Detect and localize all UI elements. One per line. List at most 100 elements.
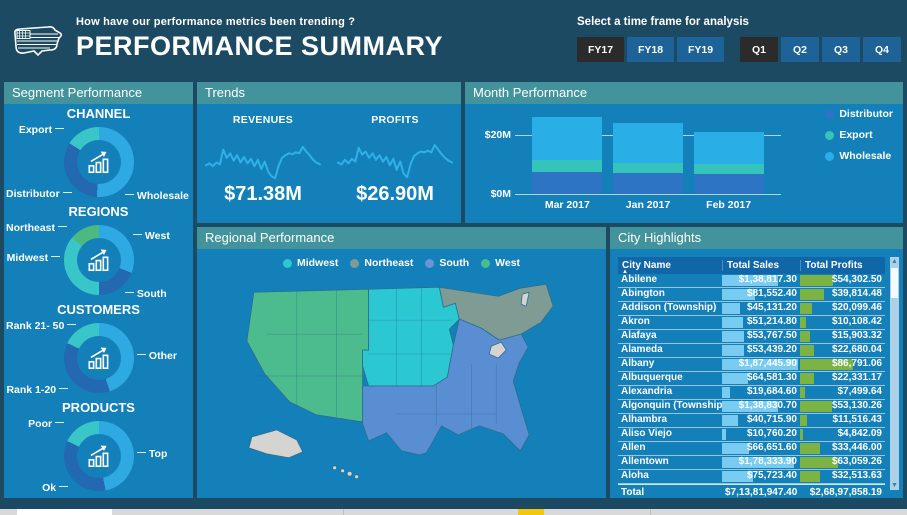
table-row[interactable]: Allentown$1,78,333.90$63,059.26 (618, 456, 885, 470)
profits-kpi[interactable]: PROFITS $26.90M (329, 114, 461, 206)
total-profits-cell: $4,842.09 (800, 428, 885, 441)
segment-section-regions: REGIONSNortheast Midwest West South (4, 204, 193, 300)
city-name-cell: Albuquerque (618, 372, 722, 385)
city-name-cell: Alhambra (618, 414, 722, 427)
stacked-bar-mar-2017[interactable]: Mar 2017 (532, 114, 602, 194)
button-q1[interactable]: Q1 (740, 37, 778, 62)
segment-section-channel: CHANNELExport Distributor Wholesale (4, 106, 193, 202)
table-row[interactable]: Alhambra$40,715.90$11,516.43 (618, 414, 885, 428)
donut-label: Wholesale (125, 190, 189, 202)
total-profits-cell: $63,059.26 (800, 456, 885, 469)
total-profits-cell: $22,331.17 (800, 372, 885, 385)
column-total-profits[interactable]: Total Profits (800, 260, 885, 271)
total-profits-cell: $86,791.06 (800, 358, 885, 371)
table-row[interactable]: Abington$81,552.40$39,814.48 (618, 288, 885, 302)
total-profits-cell: $32,513.63 (800, 470, 885, 483)
active-page-tab[interactable] (17, 509, 112, 515)
map-legend-item-midwest[interactable]: Midwest (283, 257, 338, 269)
legend-item-wholesale[interactable]: Wholesale (825, 150, 893, 162)
total-sales-cell: $45,131.20 (722, 302, 800, 315)
profit-data-bar (800, 401, 832, 412)
legend-dot (283, 259, 292, 268)
bar-segment-distributor[interactable] (613, 173, 683, 194)
bar-segment-distributor[interactable] (532, 172, 602, 195)
city-name-cell: Alameda (618, 344, 722, 357)
table-row[interactable]: Akron$51,214.80$10,108.42 (618, 316, 885, 330)
bar-segment-export[interactable] (613, 163, 683, 173)
bar-segment-export[interactable] (532, 160, 602, 172)
city-name-cell: Algonquin (Township) (618, 400, 722, 413)
sales-data-bar (722, 415, 738, 426)
bar-segment-export[interactable] (694, 164, 764, 174)
button-q4[interactable]: Q4 (863, 37, 901, 62)
table-row[interactable]: Algonquin (Township)$1,38,830.70$53,130.… (618, 400, 885, 414)
table-row[interactable]: Albany$1,87,445.90$86,791.06 (618, 358, 885, 372)
total-profits-cell: $22,680.04 (800, 344, 885, 357)
scrollbar-thumb[interactable] (891, 268, 898, 298)
growth-chart-icon (77, 238, 121, 282)
map-legend-item-west[interactable]: West (481, 257, 520, 269)
city-name-cell: Abington (618, 288, 722, 301)
legend-item-export[interactable]: Export (825, 129, 893, 141)
map-region-hawaii[interactable] (333, 466, 359, 479)
total-profits-cell: $39,814.48 (800, 288, 885, 301)
column-city-name[interactable]: City Name (618, 260, 722, 271)
table-row[interactable]: Alameda$53,439.20$22,680.04 (618, 344, 885, 358)
header-subtitle: How have our performance metrics been tr… (76, 16, 443, 28)
table-row[interactable]: Aloha$75,723.40$32,513.63 (618, 470, 885, 484)
button-fy17[interactable]: FY17 (577, 37, 624, 62)
table-row[interactable]: Alexandria$19,684.60$7,499.64 (618, 386, 885, 400)
column-total-sales[interactable]: Total Sales (722, 260, 800, 271)
x-axis-label: Jan 2017 (613, 199, 683, 211)
table-row[interactable]: Aliso Viejo$10,760.20$4,842.09 (618, 428, 885, 442)
table-row[interactable]: Alafaya$53,767.50$15,903.32 (618, 330, 885, 344)
scroll-down-icon[interactable]: ▼ (890, 481, 899, 490)
legend-item-distributor[interactable]: Distributor (825, 108, 893, 120)
button-fy18[interactable]: FY18 (627, 37, 674, 62)
bar-segment-wholesale[interactable] (532, 117, 602, 160)
bar-segment-wholesale[interactable] (694, 132, 764, 164)
table-row[interactable]: Allen$66,651.60$33,446.00 (618, 442, 885, 456)
total-profits-cell: $53,130.26 (800, 400, 885, 413)
donut-label: West (133, 230, 189, 242)
segment-title: PRODUCTS (4, 400, 193, 416)
table-row[interactable]: Addison (Township)$45,131.20$20,099.46 (618, 302, 885, 316)
table-header-row[interactable]: City Name Total Sales Total Profits ▲ (618, 257, 885, 274)
donut-label: Ok (6, 482, 68, 494)
revenues-kpi[interactable]: REVENUES $71.38M (197, 114, 329, 206)
total-sales-cell: $1,78,333.90 (722, 456, 800, 469)
bar-segment-distributor[interactable] (694, 174, 764, 194)
stacked-bar-feb-2017[interactable]: Feb 2017 (694, 114, 764, 194)
table-row[interactable]: Abilene$1,38,817.30$54,302.50 (618, 274, 885, 288)
profit-data-bar (800, 289, 824, 300)
button-q2[interactable]: Q2 (781, 37, 819, 62)
profit-data-bar (800, 415, 807, 426)
city-name-cell: Albany (618, 358, 722, 371)
map-legend-item-south[interactable]: South (425, 257, 469, 269)
sales-data-bar (722, 317, 743, 328)
button-q3[interactable]: Q3 (822, 37, 860, 62)
stacked-bar-jan-2017[interactable]: Jan 2017 (613, 114, 683, 194)
map-region-west[interactable] (247, 289, 369, 422)
map-region-alaska[interactable] (249, 430, 303, 458)
bar-segment-wholesale[interactable] (613, 123, 683, 163)
donut-label: Export (6, 124, 64, 136)
button-fy19[interactable]: FY19 (677, 37, 724, 62)
segment-title: REGIONS (4, 204, 193, 220)
total-sales-cell: $1,38,830.70 (722, 400, 800, 413)
city-name-cell: Allen (618, 442, 722, 455)
table-scrollbar[interactable]: ▲ ▼ (890, 257, 899, 490)
map-legend-item-northeast[interactable]: Northeast (350, 257, 413, 269)
regional-performance-panel: Regional Performance MidwestNortheastSou… (197, 227, 606, 498)
sales-data-bar (722, 331, 744, 342)
donut-label: Other (137, 350, 189, 362)
scroll-up-icon[interactable]: ▲ (890, 257, 899, 266)
city-name-cell: Alafaya (618, 330, 722, 343)
fiscal-year-slicer: FY17FY18FY19 (577, 37, 724, 62)
profit-data-bar (800, 387, 805, 398)
kpi-label: PROFITS (329, 114, 461, 126)
table-row[interactable]: Albuquerque$64,581.30$22,331.17 (618, 372, 885, 386)
page-tab-bar[interactable] (0, 509, 907, 515)
segment-donuts: CHANNELExport Distributor WholesaleREGIO… (4, 106, 193, 496)
donut-label: Midwest (4, 252, 60, 264)
